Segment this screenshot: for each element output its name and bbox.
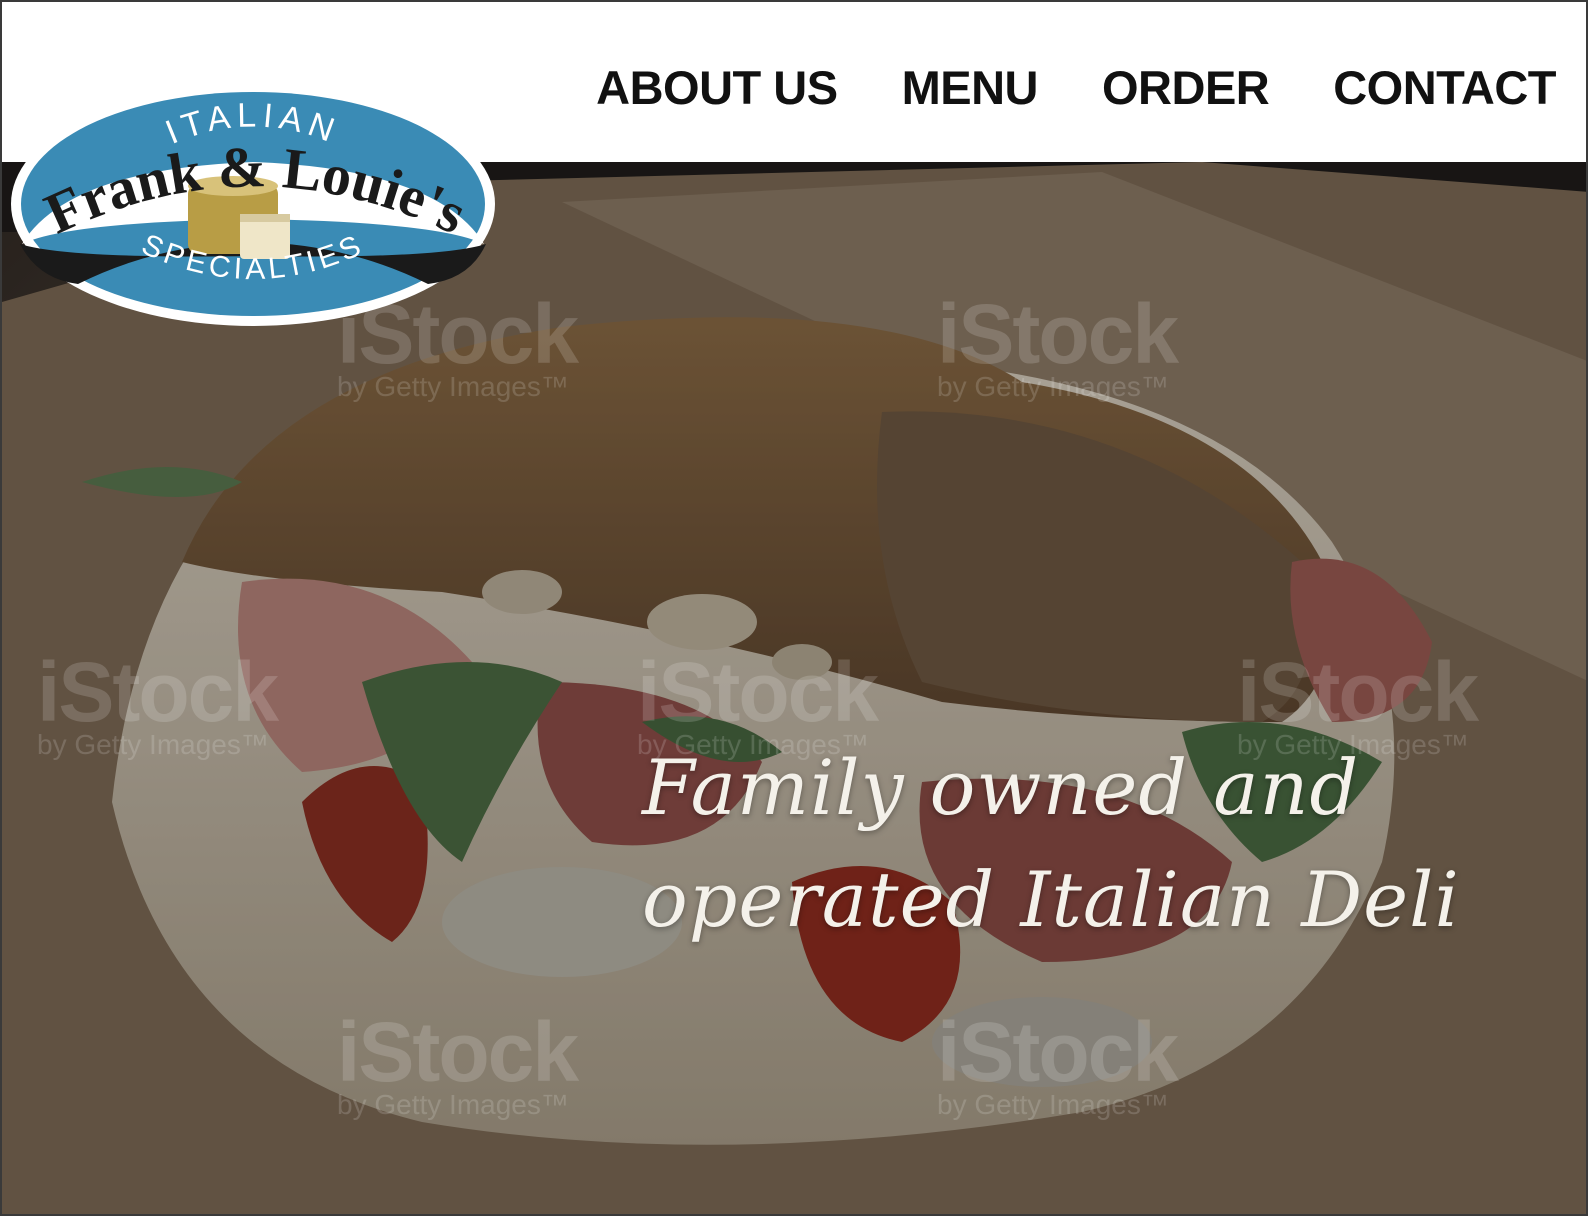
logo-graphic: ITALIAN Frank & Louie's SPECIALTIES bbox=[11, 82, 495, 326]
nav-contact[interactable]: CONTACT bbox=[1333, 64, 1556, 111]
nav-about-us[interactable]: ABOUT US bbox=[596, 64, 838, 111]
main-nav: ABOUT US MENU ORDER CONTACT bbox=[596, 64, 1556, 111]
page-frame: ABOUT US MENU ORDER CONTACT ITALIAN Fran… bbox=[0, 0, 1588, 1216]
tagline-line-2: operated Italian Deli bbox=[642, 855, 1460, 944]
tagline-line-1: Family owned and bbox=[642, 743, 1360, 832]
nav-order[interactable]: ORDER bbox=[1102, 64, 1270, 111]
hero-tagline: Family owned and operated Italian Deli bbox=[642, 732, 1502, 956]
site-logo[interactable]: ITALIAN Frank & Louie's SPECIALTIES bbox=[8, 74, 498, 329]
nav-menu[interactable]: MENU bbox=[902, 64, 1039, 111]
